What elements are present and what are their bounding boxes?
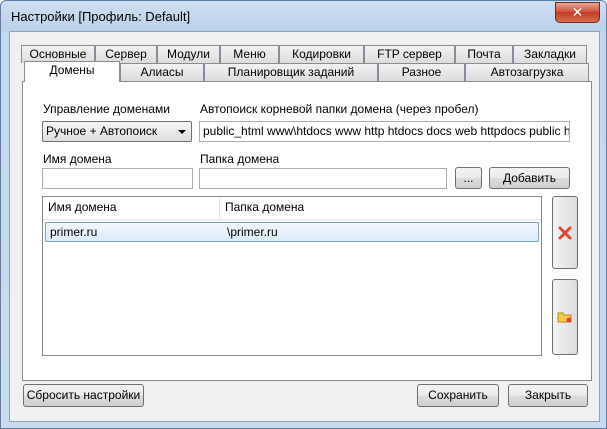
column-header-domain-name[interactable]: Имя домена <box>43 197 219 219</box>
delete-domain-button[interactable] <box>552 196 578 269</box>
domain-folder-cell: \primer.ru <box>227 225 278 239</box>
domains-table[interactable]: Имя домена Папка домена primer.ru \prime… <box>42 196 542 356</box>
browse-folder-button[interactable]: ... <box>455 167 482 189</box>
domain-management-value: Ручное + Автопоиск <box>46 124 158 138</box>
title-bar[interactable]: Настройки [Профиль: Default] ✕ <box>1 1 606 31</box>
folder-icon <box>557 312 572 323</box>
domain-management-select[interactable]: Ручное + Автопоиск <box>42 121 192 142</box>
tab-aliases[interactable]: Алиасы <box>120 63 204 81</box>
tab-domains[interactable]: Домены <box>24 61 120 82</box>
settings-window: Настройки [Профиль: Default] ✕ Основные … <box>0 0 607 429</box>
tab-bookmarks[interactable]: Закладки <box>513 45 587 63</box>
domain-folder-label: Папка домена <box>200 152 280 166</box>
close-window-button[interactable]: ✕ <box>555 2 600 23</box>
domain-folder-input[interactable] <box>199 168 447 189</box>
open-folder-button[interactable] <box>552 279 578 355</box>
tab-ftp-server[interactable]: FTP сервер <box>364 45 455 63</box>
domain-management-label: Управление доменами <box>43 102 170 116</box>
domain-name-cell: primer.ru <box>50 225 98 239</box>
window-title: Настройки [Профиль: Default] <box>11 9 191 24</box>
dialog-client: Основные Сервер Модули Меню Кодировки FT… <box>9 31 600 422</box>
domains-panel: Управление доменами Ручное + Автопоиск А… <box>22 81 592 381</box>
autosearch-input[interactable]: public_html www\htdocs www http htdocs d… <box>199 121 570 142</box>
table-row[interactable]: primer.ru \primer.ru <box>45 222 539 242</box>
close-icon: ✕ <box>571 4 584 21</box>
close-button[interactable]: Закрыть <box>508 384 588 407</box>
tab-scheduler[interactable]: Планировщик заданий <box>204 63 378 81</box>
chevron-down-icon <box>178 130 186 134</box>
delete-icon <box>558 226 572 239</box>
tab-misc[interactable]: Разное <box>378 63 465 81</box>
column-header-domain-folder[interactable]: Папка домена <box>220 197 520 219</box>
add-domain-button[interactable]: Добавить <box>489 167 570 189</box>
domain-name-input[interactable] <box>42 168 193 189</box>
tab-mail[interactable]: Почта <box>455 45 513 63</box>
tab-encodings[interactable]: Кодировки <box>279 45 364 63</box>
reset-settings-button[interactable]: Сбросить настройки <box>23 384 144 407</box>
tab-menu[interactable]: Меню <box>220 45 279 63</box>
table-header: Имя домена Папка домена <box>43 197 541 220</box>
domain-name-label: Имя домена <box>43 152 112 166</box>
tab-modules[interactable]: Модули <box>157 45 220 63</box>
tab-autostart[interactable]: Автозагрузка <box>465 63 589 81</box>
autosearch-label: Автопоиск корневой папки домена (через п… <box>200 102 479 116</box>
save-button[interactable]: Сохранить <box>417 384 499 407</box>
